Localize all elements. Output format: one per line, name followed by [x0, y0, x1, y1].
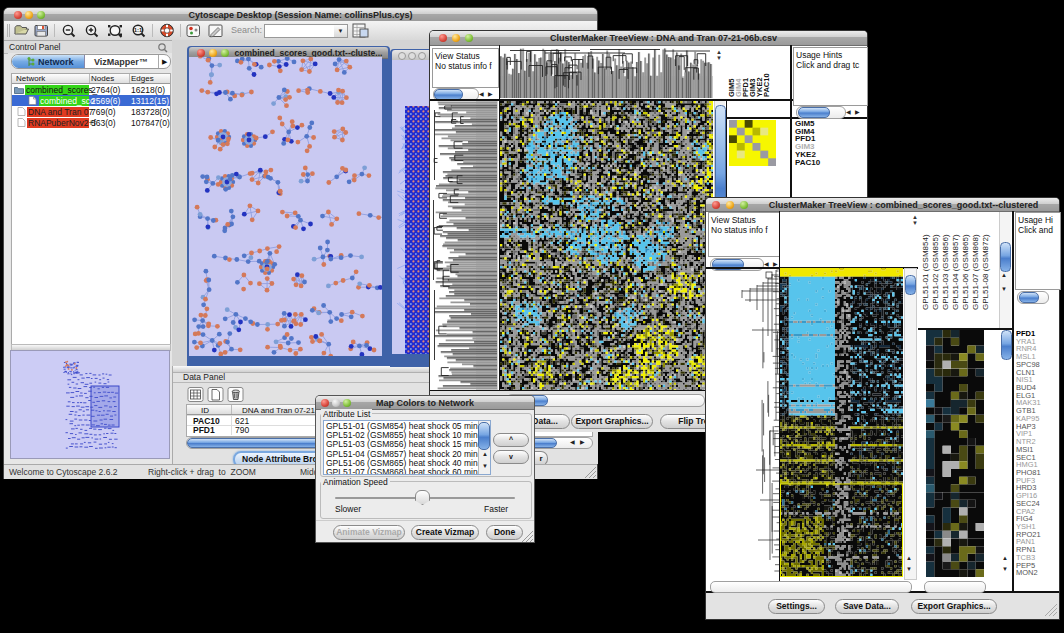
svg-text:1:1: 1:1	[134, 27, 143, 33]
